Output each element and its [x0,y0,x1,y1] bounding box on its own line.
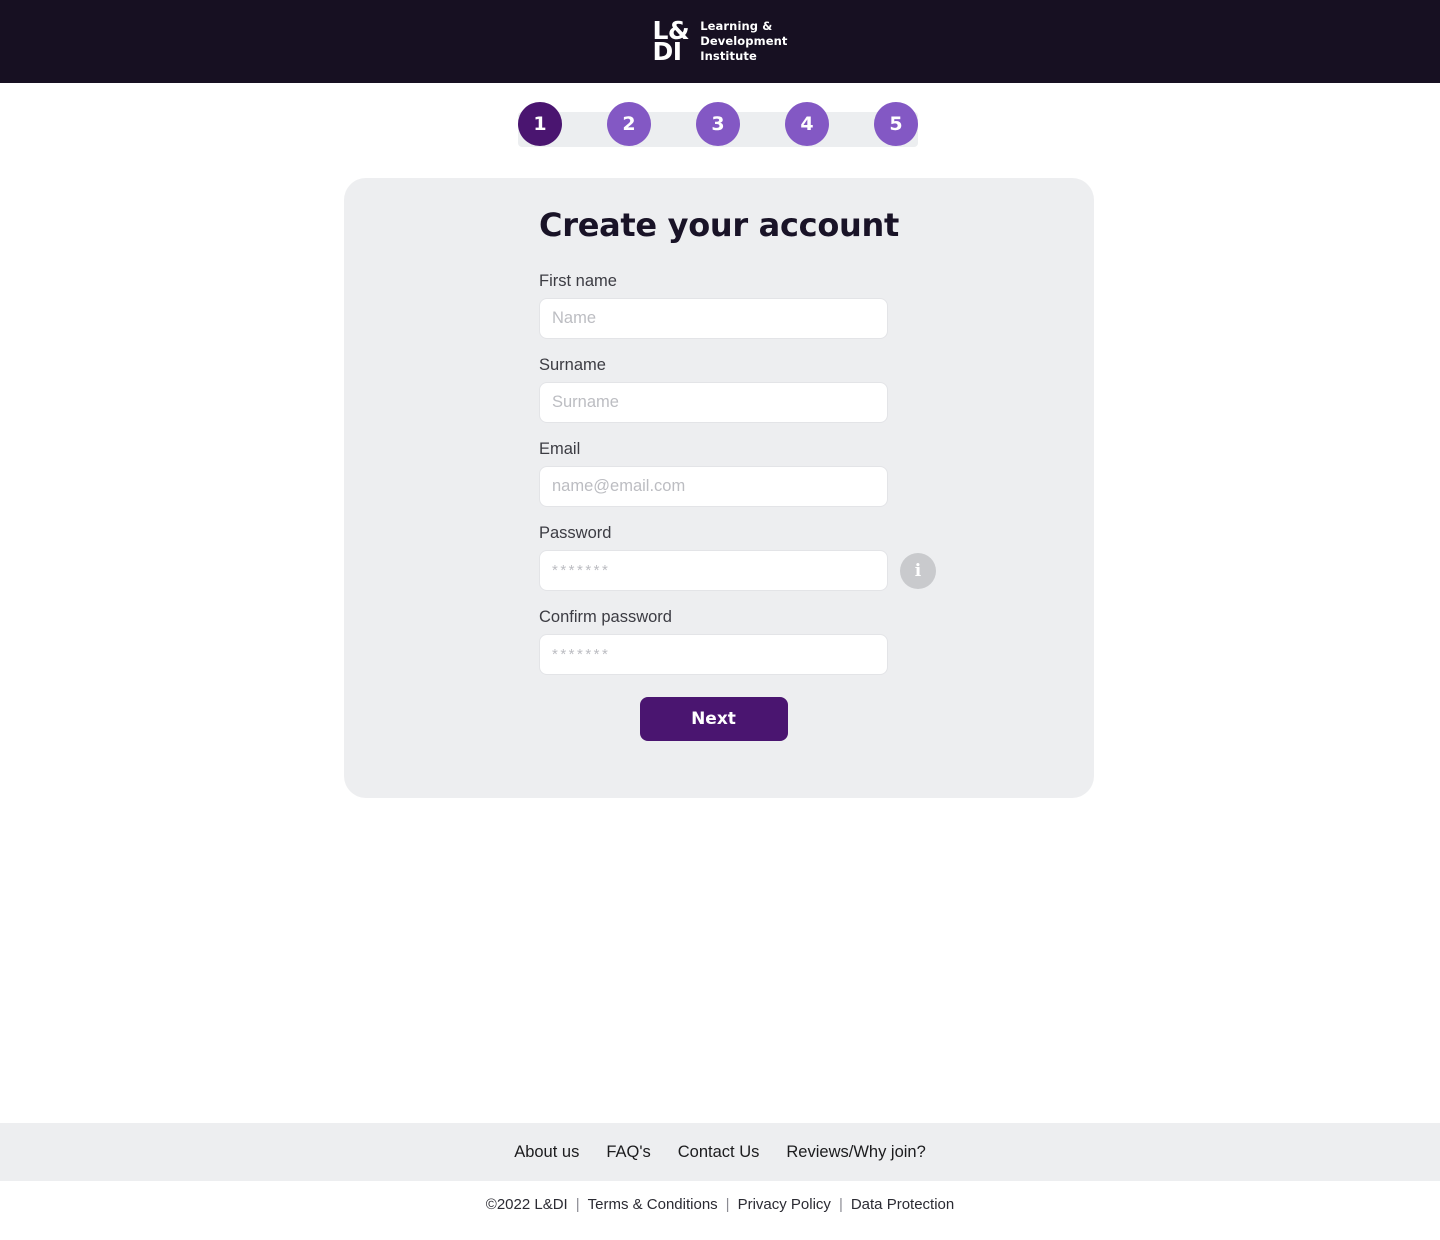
legal-link-privacy[interactable]: Privacy Policy [738,1196,831,1213]
step-indicator-2[interactable]: 2 [607,102,651,146]
footer-link-faqs[interactable]: FAQ's [606,1143,650,1162]
signup-form: First name Surname Email Password i Conf… [344,272,1094,741]
page-title: Create your account [539,206,899,244]
signup-page: L& DI Learning & Development Institute 1… [0,0,1440,1240]
legal-link-terms[interactable]: Terms & Conditions [588,1196,718,1213]
confirm-password-input[interactable] [539,634,888,675]
field-surname: Surname [539,356,1094,423]
footer-nav: About us FAQ's Contact Us Reviews/Why jo… [0,1123,1440,1181]
footer-link-contact-us[interactable]: Contact Us [678,1143,760,1162]
signup-card: Create your account First name Surname E… [344,178,1094,798]
first-name-label: First name [539,272,617,290]
legal-separator-3: | [838,1196,843,1213]
logo-wordmark-line2: Development [700,34,788,49]
logo-wordmark-line3: Institute [700,48,757,63]
legal-link-data-protection[interactable]: Data Protection [851,1196,954,1213]
password-input[interactable] [539,550,888,591]
surname-label: Surname [539,356,606,374]
logo-monogram-bottom: DI [652,36,682,66]
step-indicator-1[interactable]: 1 [518,102,562,146]
copyright-text: ©2022 L&DI [485,1196,568,1213]
footer-link-about-us[interactable]: About us [514,1143,579,1162]
field-confirm-password: Confirm password [539,608,1094,675]
email-input[interactable] [539,466,888,507]
step-indicator-4[interactable]: 4 [785,102,829,146]
password-label: Password [539,524,612,542]
site-header: L& DI Learning & Development Institute [0,0,1440,83]
legal-bar: ©2022 L&DI | Terms & Conditions | Privac… [0,1196,1440,1213]
surname-input[interactable] [539,382,888,423]
ldi-logo[interactable]: L& DI Learning & Development Institute [652,17,787,67]
first-name-input[interactable] [539,298,888,339]
next-button[interactable]: Next [639,697,788,741]
password-info-icon[interactable]: i [900,553,936,589]
footer-link-reviews[interactable]: Reviews/Why join? [786,1143,925,1162]
logo-monogram: L& DI [652,18,691,66]
logo-wordmark: Learning & Development Institute [700,19,787,63]
step-indicator-3[interactable]: 3 [696,102,740,146]
field-first-name: First name [539,272,1094,339]
legal-separator-1: | [575,1196,580,1213]
step-indicator-5[interactable]: 5 [874,102,918,146]
submit-row: Next [539,697,888,741]
field-email: Email [539,440,1094,507]
field-password: Password i [539,524,1094,591]
legal-separator-2: | [725,1196,730,1213]
confirm-password-label: Confirm password [539,608,672,626]
signup-progress-stepper: 1 2 3 4 5 [518,102,918,147]
email-label: Email [539,440,581,458]
logo-wordmark-line1: Learning & [700,19,773,34]
